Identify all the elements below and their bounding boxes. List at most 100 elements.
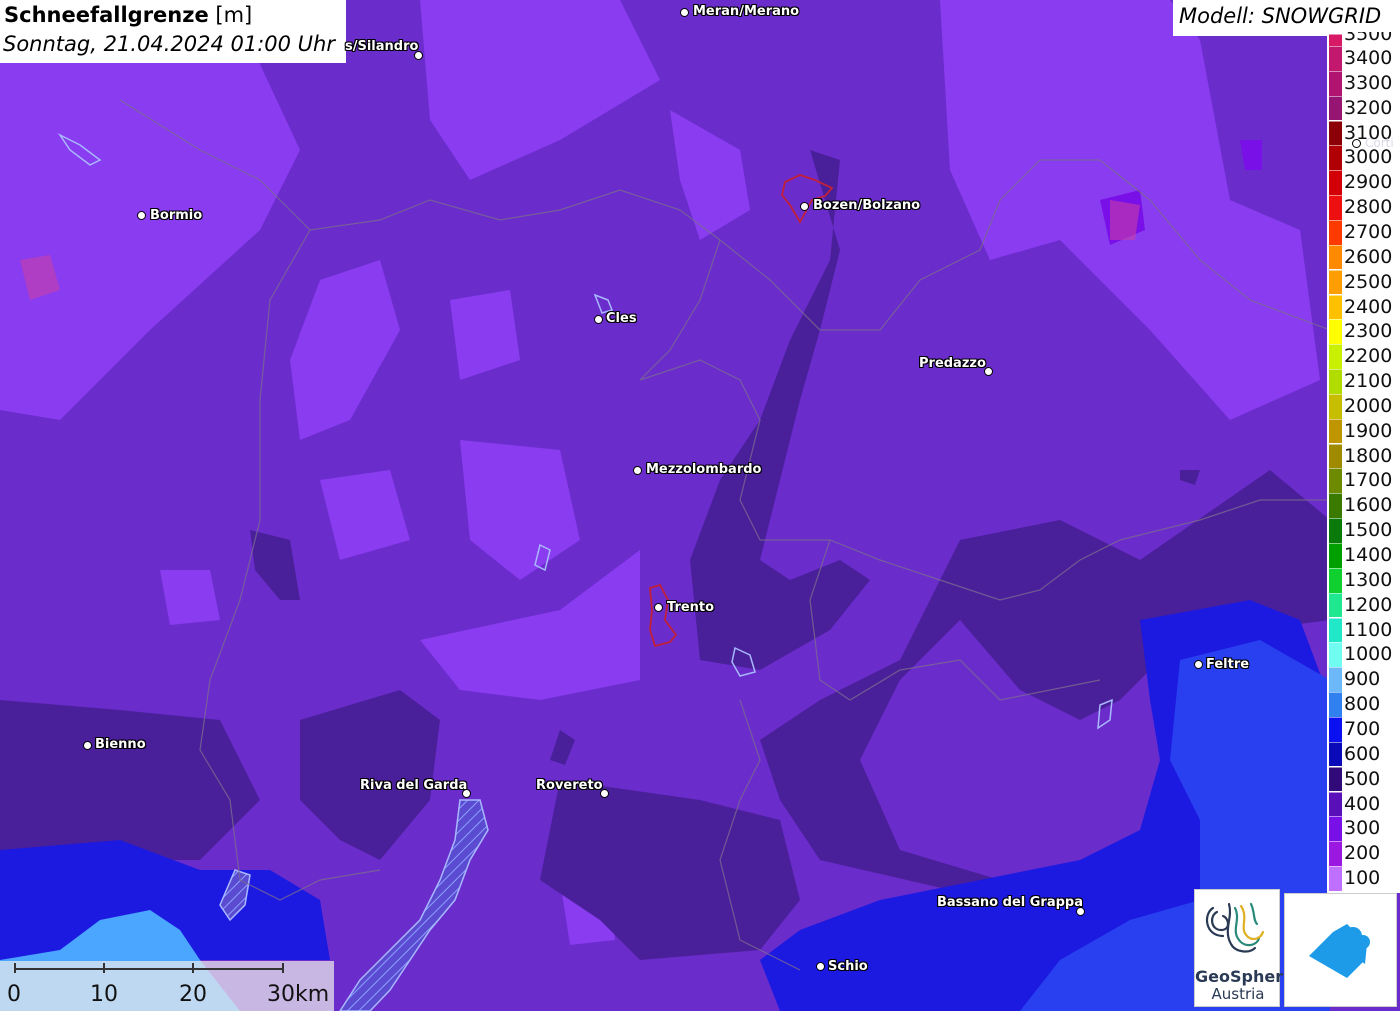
- legend-label-2200: 2200: [1344, 345, 1393, 368]
- legend-label-400: 400: [1344, 792, 1381, 815]
- legend-swatch-1300: [1329, 567, 1342, 593]
- snow-mountain-icon: [1309, 924, 1370, 978]
- legend-swatch-1500: [1329, 518, 1342, 543]
- legend-swatch-1700: [1329, 468, 1342, 494]
- legend-label-900: 900: [1344, 668, 1381, 691]
- place-label: Rovereto: [536, 778, 603, 793]
- model-label: Modell: SNOWGRID: [1179, 4, 1382, 28]
- snowfall-line-map[interactable]: [0, 0, 1400, 1011]
- scale-label: 20: [179, 982, 207, 1007]
- map-title-bold: Schneefallgrenze: [4, 3, 209, 27]
- legend-label-2500: 2500: [1344, 270, 1393, 293]
- legend-swatch-3500: [1329, 34, 1342, 46]
- geosphere-name: GeoSphere: [1195, 967, 1294, 986]
- legend-label-3300: 3300: [1344, 71, 1393, 94]
- scale-line: [14, 968, 284, 970]
- snow-app-logo[interactable]: [1284, 893, 1397, 1007]
- legend-swatch-2700: [1329, 219, 1342, 245]
- place-marker[interactable]: [816, 962, 825, 971]
- legend-label-2900: 2900: [1344, 171, 1393, 194]
- legend-label-2400: 2400: [1344, 295, 1393, 318]
- legend-label-600: 600: [1344, 742, 1381, 765]
- place-label: Bienno: [95, 737, 146, 752]
- legend-label-1000: 1000: [1344, 643, 1393, 666]
- legend-label-800: 800: [1344, 693, 1381, 716]
- legend-swatch-1800: [1329, 443, 1342, 469]
- legend-label-2700: 2700: [1344, 220, 1393, 243]
- legend-swatch-2600: [1329, 244, 1342, 270]
- scale-label: 10: [90, 982, 118, 1007]
- legend-label-300: 300: [1344, 817, 1381, 840]
- place-label: Riva del Garda: [360, 778, 468, 793]
- map-title: Schneefallgrenze [m]: [4, 3, 252, 27]
- map-datetime: Sonntag, 21.04.2024 01:00 Uhr: [3, 32, 336, 56]
- legend-label-3000: 3000: [1344, 146, 1393, 169]
- title-box: Schneefallgrenze [m] Sonntag, 21.04.2024…: [0, 0, 346, 63]
- place-marker[interactable]: [680, 8, 689, 17]
- legend-swatch-500: [1329, 766, 1342, 792]
- legend-label-1300: 1300: [1344, 568, 1393, 591]
- legend-label-1500: 1500: [1344, 519, 1393, 542]
- legend-label-2300: 2300: [1344, 320, 1393, 343]
- place-marker[interactable]: [654, 603, 663, 612]
- legend-label-1400: 1400: [1344, 544, 1393, 566]
- scale-tick: [103, 963, 105, 973]
- legend-label-2100: 2100: [1344, 370, 1393, 393]
- legend-label-3200: 3200: [1344, 96, 1393, 119]
- legend-label-500: 500: [1344, 767, 1381, 790]
- legend-swatch-400: [1329, 791, 1342, 817]
- scale-tick: [192, 963, 194, 973]
- place-label: Meran/Merano: [693, 4, 800, 19]
- legend-swatch-2800: [1329, 195, 1342, 220]
- legend-label-100: 100: [1344, 867, 1381, 890]
- legend-swatch-1900: [1329, 418, 1342, 444]
- legend-swatch-2900: [1329, 170, 1342, 195]
- legend-label-3400: 3400: [1344, 47, 1393, 69]
- legend-swatch-3300: [1329, 70, 1342, 96]
- place-marker[interactable]: [137, 211, 146, 220]
- legend-swatch-1600: [1329, 493, 1342, 518]
- place-label: Bozen/Bolzano: [813, 198, 921, 213]
- place-marker[interactable]: [1194, 660, 1203, 669]
- legend-label-1600: 1600: [1344, 494, 1393, 517]
- scale-label: 30km: [267, 982, 330, 1007]
- legend-swatch-3000: [1329, 145, 1342, 171]
- place-label: Schio: [828, 959, 868, 974]
- legend-swatch-1400: [1329, 543, 1342, 568]
- legend-swatch-2100: [1329, 369, 1342, 394]
- legend-swatch-1000: [1329, 642, 1342, 668]
- legend-label-2000: 2000: [1344, 394, 1393, 417]
- legend-swatch-1100: [1329, 617, 1342, 643]
- place-marker[interactable]: [800, 202, 809, 211]
- legend-label-2600: 2600: [1344, 245, 1393, 268]
- legend-swatch-3100: [1329, 120, 1342, 146]
- legend-swatch-3200: [1329, 95, 1342, 121]
- legend-swatch-2500: [1329, 269, 1342, 295]
- place-label: Bassano del Grappa: [937, 895, 1083, 910]
- map-title-unit: [m]: [208, 3, 253, 27]
- place-marker[interactable]: [594, 315, 603, 324]
- legend-label-3500: 3500: [1344, 32, 1393, 45]
- legend-swatch-200: [1329, 841, 1342, 866]
- legend-swatch-2400: [1329, 294, 1342, 320]
- place-label: Bormio: [150, 208, 203, 223]
- legend-swatch-900: [1329, 667, 1342, 692]
- model-box: Modell: SNOWGRID: [1173, 0, 1400, 36]
- legend-swatch-700: [1329, 716, 1342, 742]
- place-label: Feltre: [1206, 657, 1250, 672]
- legend-label-1200: 1200: [1344, 593, 1393, 616]
- legend-label-1100: 1100: [1344, 618, 1393, 641]
- place-marker[interactable]: [633, 466, 642, 475]
- legend-label-2800: 2800: [1344, 196, 1393, 219]
- legend-label-1800: 1800: [1344, 444, 1393, 467]
- place-marker[interactable]: [1352, 139, 1361, 148]
- legend-label-1900: 1900: [1344, 419, 1393, 442]
- legend-swatch-2200: [1329, 344, 1342, 369]
- scale-tick: [14, 963, 16, 973]
- geosphere-logo[interactable]: GeoSphere Austria: [1194, 889, 1294, 1007]
- place-marker[interactable]: [83, 741, 92, 750]
- place-label: Trento: [667, 600, 715, 615]
- legend-label-1700: 1700: [1344, 469, 1393, 492]
- legend-swatch-3400: [1329, 46, 1342, 71]
- scale-label: 0: [7, 982, 21, 1007]
